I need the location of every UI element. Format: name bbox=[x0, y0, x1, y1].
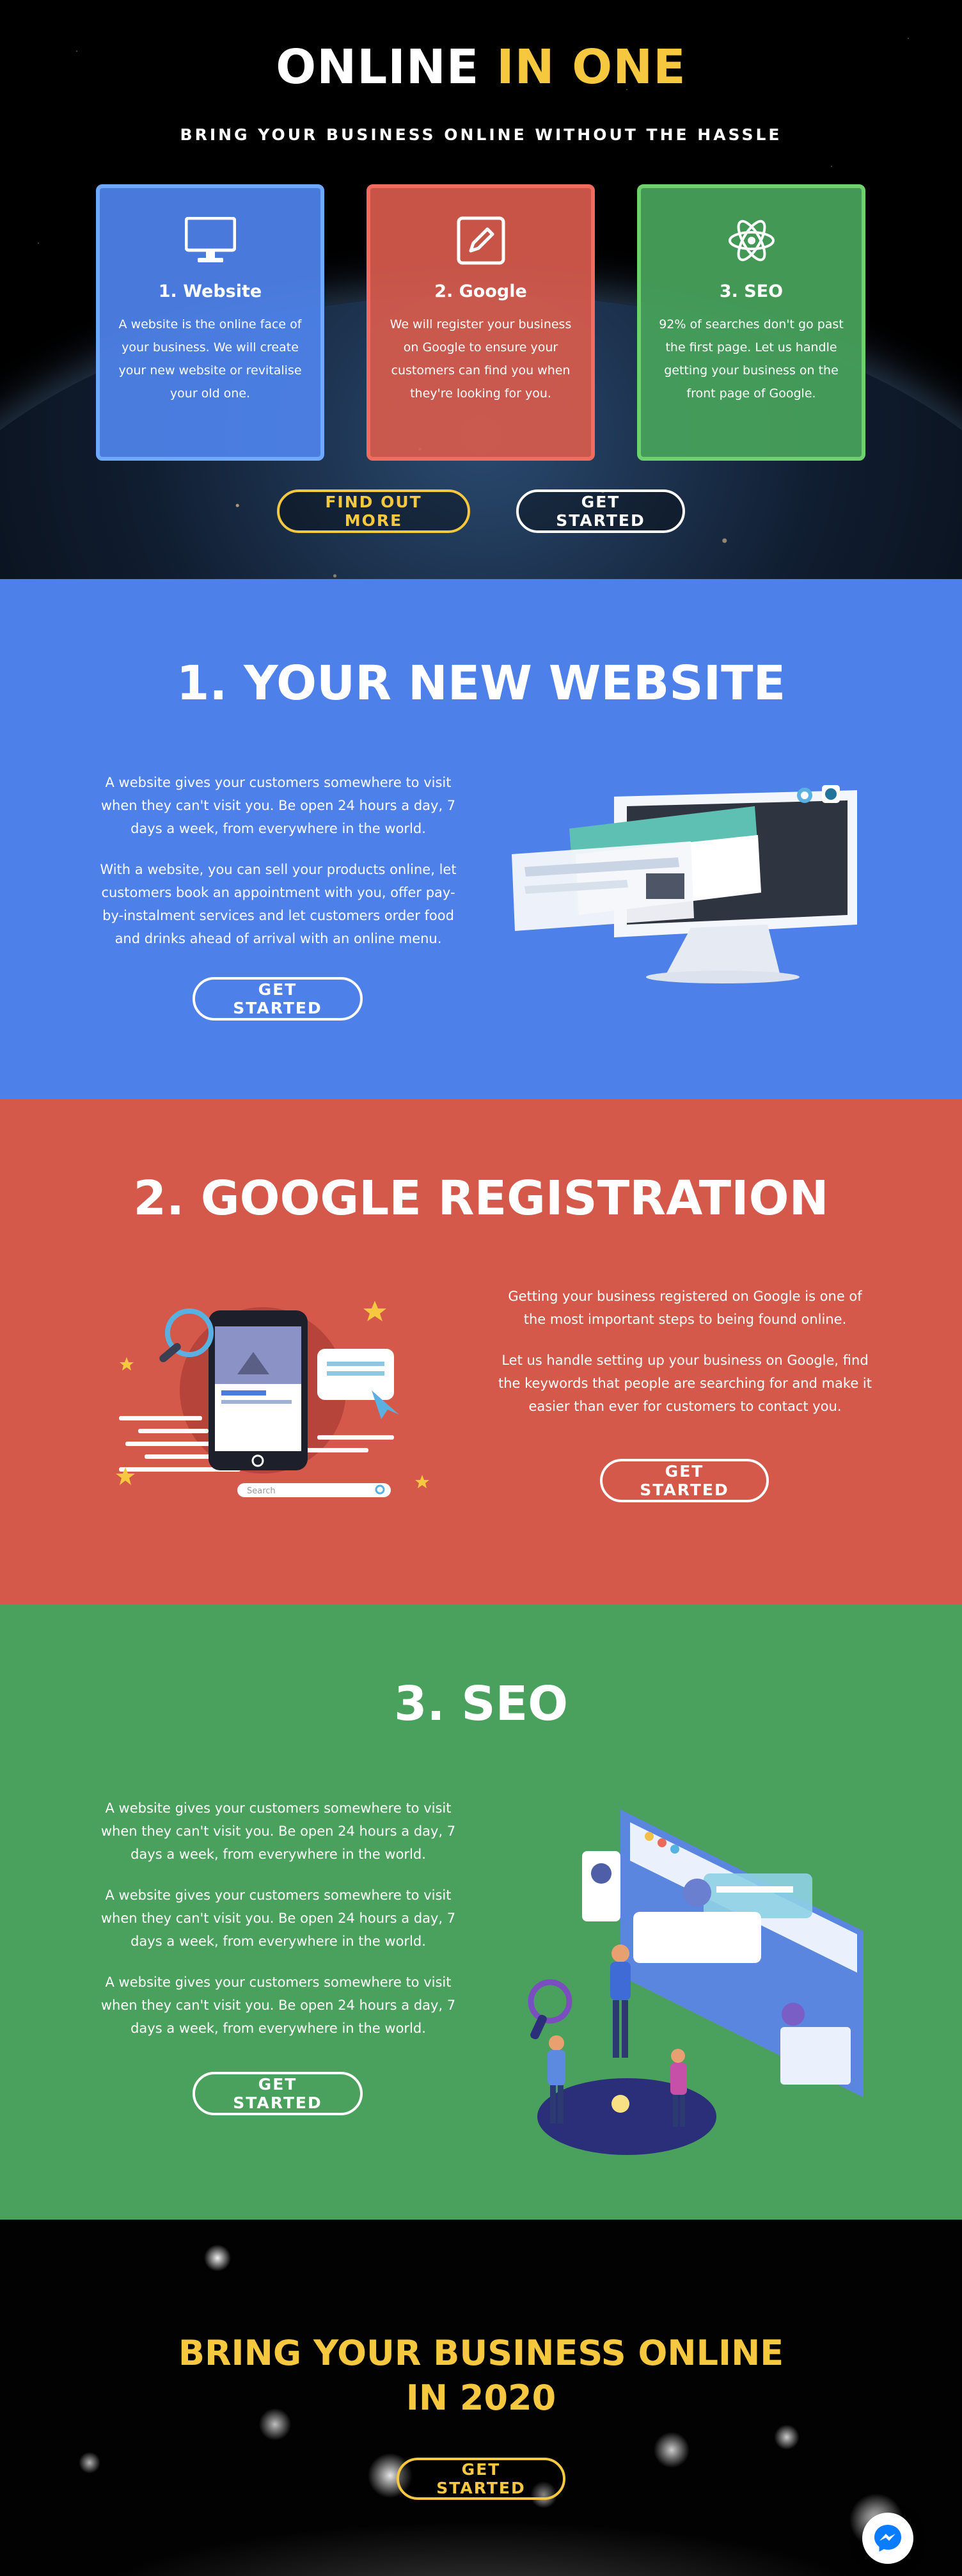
website-get-started-button[interactable]: GET STARTED bbox=[193, 977, 363, 1021]
card-text: A website is the online face of your bus… bbox=[118, 317, 302, 401]
seo-illustration bbox=[528, 1809, 863, 2155]
seo-paragraph: A website gives your customers somewhere… bbox=[100, 1888, 456, 1949]
website-paragraph: A website gives your customers somewhere… bbox=[100, 775, 456, 836]
hero-buttons: FIND OUT MORE GET STARTED bbox=[0, 489, 962, 533]
atom-icon bbox=[725, 214, 778, 267]
find-out-more-button[interactable]: FIND OUT MORE bbox=[277, 489, 470, 533]
google-paragraph: Getting your business registered on Goog… bbox=[508, 1289, 862, 1327]
website-text: A website gives your customers somewhere… bbox=[96, 771, 461, 968]
hero-subtitle: BRING YOUR BUSINESS ONLINE WITHOUT THE H… bbox=[180, 125, 782, 144]
card-seo: 3. SEO 92% of searches don't go past the… bbox=[637, 184, 865, 461]
card-website: 1. Website A website is the online face … bbox=[96, 184, 324, 461]
website-section: 1. YOUR NEW WEBSITE A website gives your… bbox=[0, 579, 962, 1099]
cta-section: BRING YOUR BUSINESS ONLINE IN 2020 GET S… bbox=[0, 2220, 962, 2576]
card-text: We will register your business on Google… bbox=[390, 317, 572, 401]
monitor-icon bbox=[184, 214, 237, 267]
hero-title-white: ONLINE bbox=[276, 40, 480, 95]
messenger-button[interactable] bbox=[862, 2513, 913, 2564]
seo-paragraph: A website gives your customers somewhere… bbox=[100, 1801, 456, 1862]
card-text: 92% of searches don't go past the first … bbox=[659, 317, 844, 401]
website-title: 1. YOUR NEW WEBSITE bbox=[176, 656, 786, 711]
seo-get-started-button[interactable]: GET STARTED bbox=[193, 2072, 363, 2115]
cta-title: BRING YOUR BUSINESS ONLINE IN 2020 bbox=[0, 2331, 962, 2421]
google-text: Getting your business registered on Goog… bbox=[496, 1285, 874, 1436]
seo-text: A website gives your customers somewhere… bbox=[96, 1797, 461, 2058]
service-cards: 1. Website A website is the online face … bbox=[96, 184, 867, 461]
hero-title: ONLINE IN ONE bbox=[0, 40, 962, 95]
search-placeholder: Search bbox=[247, 1486, 276, 1496]
card-title: 3. SEO bbox=[719, 282, 784, 301]
card-title: 1. Website bbox=[158, 282, 262, 301]
card-title: 2. Google bbox=[434, 282, 527, 301]
google-section: 2. GOOGLE REGISTRATION Search Getting yo… bbox=[0, 1099, 962, 1605]
website-paragraph: With a website, you can sell your produc… bbox=[100, 862, 457, 946]
cta-title-line1: BRING YOUR BUSINESS ONLINE bbox=[178, 2333, 784, 2373]
hero-title-accent: IN ONE bbox=[496, 40, 686, 95]
seo-section: 3. SEO A website gives your customers so… bbox=[0, 1605, 962, 2220]
hero-section: ONLINE IN ONE BRING YOUR BUSINESS ONLINE… bbox=[0, 0, 962, 579]
card-google: 2. Google We will register your business… bbox=[367, 184, 595, 461]
edit-icon bbox=[454, 214, 508, 267]
google-illustration: Search bbox=[116, 1301, 429, 1497]
messenger-icon bbox=[874, 2525, 901, 2552]
seo-paragraph: A website gives your customers somewhere… bbox=[100, 1975, 456, 2036]
cta-get-started-button[interactable]: GET STARTED bbox=[397, 2458, 565, 2500]
hero-get-started-button[interactable]: GET STARTED bbox=[516, 489, 685, 533]
google-paragraph: Let us handle setting up your business o… bbox=[498, 1353, 872, 1414]
google-get-started-button[interactable]: GET STARTED bbox=[600, 1459, 769, 1502]
cta-title-line2: IN 2020 bbox=[406, 2378, 556, 2418]
seo-title: 3. SEO bbox=[393, 1676, 569, 1731]
website-illustration bbox=[512, 785, 857, 983]
google-title: 2. GOOGLE REGISTRATION bbox=[133, 1171, 829, 1226]
